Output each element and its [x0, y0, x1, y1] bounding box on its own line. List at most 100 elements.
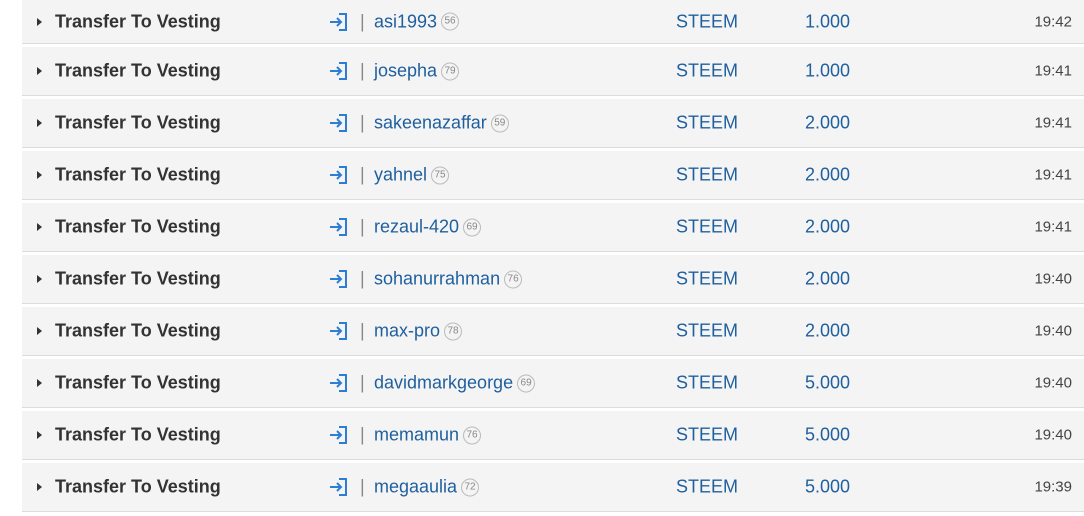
separator: | — [360, 60, 365, 81]
sign-in-icon — [330, 478, 347, 496]
timestamp: 19:40 — [1034, 322, 1072, 340]
sign-in-icon — [330, 62, 347, 80]
operation-type: Transfer To Vesting — [55, 164, 221, 185]
timestamp: 19:39 — [1034, 478, 1072, 496]
amount: 2.000 — [805, 112, 851, 133]
amount: 2.000 — [805, 216, 851, 237]
account: davidmarkgeorge 69 — [374, 373, 536, 394]
reputation-badge: 76 — [504, 270, 523, 288]
asset-link[interactable]: STEEM — [676, 477, 738, 498]
asset-link[interactable]: STEEM — [676, 269, 738, 290]
operation-row[interactable]: Transfer To Vesting | rezaul-420 69 STEEM… — [22, 203, 1084, 252]
operation-type: Transfer To Vesting — [55, 60, 221, 81]
timestamp: 19:41 — [1034, 114, 1072, 132]
caret-right-icon[interactable] — [37, 431, 42, 439]
separator: | — [360, 216, 365, 237]
amount: 1.000 — [805, 60, 851, 81]
sign-in-icon — [330, 322, 347, 340]
reputation-badge: 79 — [441, 62, 460, 80]
operations-list: Transfer To Vesting | asi1993 56 STEEM 1.… — [22, 0, 1084, 515]
account: megaaulia 72 — [374, 477, 480, 498]
account-link[interactable]: sohanurrahman — [374, 269, 500, 290]
account: sakeenazaffar 59 — [374, 113, 509, 134]
caret-right-icon[interactable] — [37, 483, 42, 491]
operation-row[interactable]: Transfer To Vesting | yahnel 75 STEEM 2.0… — [22, 151, 1084, 200]
sign-in-icon — [330, 166, 347, 184]
operation-type: Transfer To Vesting — [55, 216, 221, 237]
caret-right-icon[interactable] — [37, 67, 42, 75]
account: asi1993 56 — [374, 11, 460, 32]
account: yahnel 75 — [374, 165, 450, 186]
reputation-badge: 69 — [463, 218, 482, 236]
operation-row[interactable]: Transfer To Vesting | megaaulia 72 STEEM … — [22, 463, 1084, 512]
sign-in-icon — [330, 270, 347, 288]
asset-link[interactable]: STEEM — [676, 165, 738, 186]
reputation-badge: 76 — [463, 426, 482, 444]
reputation-badge: 59 — [490, 114, 509, 132]
account-link[interactable]: sakeenazaffar — [374, 113, 487, 134]
sign-in-icon — [330, 426, 347, 444]
amount: 5.000 — [805, 424, 851, 445]
reputation-badge: 72 — [461, 478, 480, 496]
caret-right-icon[interactable] — [37, 275, 42, 283]
amount: 2.000 — [805, 164, 851, 185]
amount: 1.000 — [805, 11, 851, 31]
account: rezaul-420 69 — [374, 217, 482, 238]
caret-right-icon[interactable] — [37, 379, 42, 387]
operation-row[interactable]: Transfer To Vesting | asi1993 56 STEEM 1.… — [22, 0, 1084, 44]
account-link[interactable]: max-pro — [374, 321, 440, 342]
account-link[interactable]: josepha — [374, 61, 437, 82]
separator: | — [360, 112, 365, 133]
sign-in-icon — [330, 374, 347, 392]
amount: 5.000 — [805, 372, 851, 393]
caret-right-icon[interactable] — [37, 223, 42, 231]
account: josepha 79 — [374, 61, 460, 82]
operation-row[interactable]: Transfer To Vesting | memamun 76 STEEM 5.… — [22, 411, 1084, 460]
account-link[interactable]: memamun — [374, 425, 459, 446]
reputation-badge: 78 — [444, 322, 463, 340]
separator: | — [360, 372, 365, 393]
caret-right-icon[interactable] — [37, 327, 42, 335]
operation-type: Transfer To Vesting — [55, 372, 221, 393]
timestamp: 19:40 — [1034, 270, 1072, 288]
operation-type: Transfer To Vesting — [55, 268, 221, 289]
caret-right-icon[interactable] — [37, 119, 42, 127]
caret-right-icon[interactable] — [37, 171, 42, 179]
reputation-badge: 75 — [431, 166, 450, 184]
account-link[interactable]: rezaul-420 — [374, 217, 459, 238]
operation-type: Transfer To Vesting — [55, 424, 221, 445]
reputation-badge: 56 — [441, 12, 460, 31]
caret-right-icon[interactable] — [37, 17, 42, 26]
separator: | — [360, 268, 365, 289]
account: sohanurrahman 76 — [374, 269, 523, 290]
asset-link[interactable]: STEEM — [676, 61, 738, 82]
sign-in-icon — [330, 12, 347, 31]
asset-link[interactable]: STEEM — [676, 11, 738, 32]
asset-link[interactable]: STEEM — [676, 425, 738, 446]
operation-type: Transfer To Vesting — [55, 11, 221, 31]
account-link[interactable]: asi1993 — [374, 11, 437, 32]
operation-row[interactable]: Transfer To Vesting | sohanurrahman 76 ST… — [22, 255, 1084, 304]
separator: | — [360, 424, 365, 445]
asset-link[interactable]: STEEM — [676, 321, 738, 342]
timestamp: 19:42 — [1034, 13, 1072, 30]
operation-row[interactable]: Transfer To Vesting | josepha 79 STEEM 1.… — [22, 47, 1084, 96]
operation-row[interactable]: Transfer To Vesting | davidmarkgeorge 69 … — [22, 359, 1084, 408]
asset-link[interactable]: STEEM — [676, 373, 738, 394]
asset-link[interactable]: STEEM — [676, 113, 738, 134]
separator: | — [360, 164, 365, 185]
reputation-badge: 69 — [517, 374, 536, 392]
separator: | — [360, 11, 365, 31]
asset-link[interactable]: STEEM — [676, 217, 738, 238]
timestamp: 19:40 — [1034, 426, 1072, 444]
operation-type: Transfer To Vesting — [55, 476, 221, 497]
operation-type: Transfer To Vesting — [55, 112, 221, 133]
account-link[interactable]: davidmarkgeorge — [374, 373, 513, 394]
operation-row[interactable]: Transfer To Vesting | sakeenazaffar 59 ST… — [22, 99, 1084, 148]
operation-row[interactable]: Transfer To Vesting | max-pro 78 STEEM 2.… — [22, 307, 1084, 356]
account-link[interactable]: megaaulia — [374, 477, 457, 498]
account: max-pro 78 — [374, 321, 463, 342]
timestamp: 19:41 — [1034, 218, 1072, 236]
account-link[interactable]: yahnel — [374, 165, 427, 186]
timestamp: 19:41 — [1034, 62, 1072, 80]
